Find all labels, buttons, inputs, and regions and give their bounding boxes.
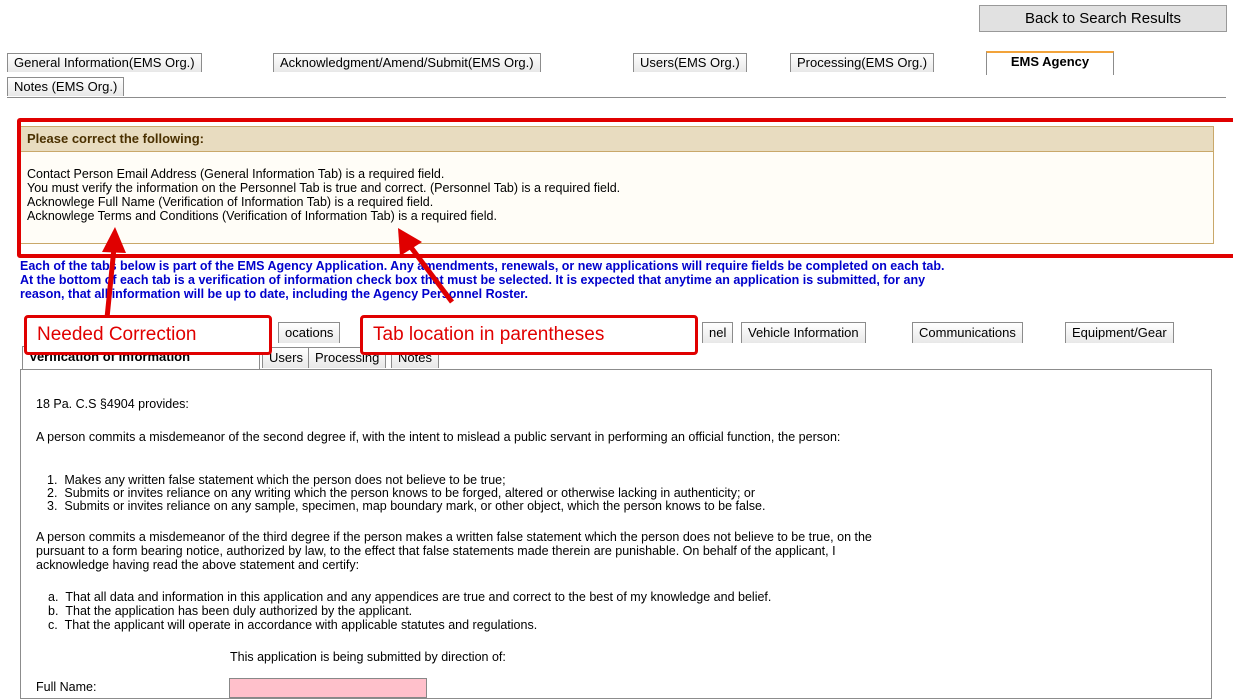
callout-needed-correction: Needed Correction xyxy=(24,315,272,355)
arrow-needed-correction xyxy=(102,227,126,319)
arrow-tab-location xyxy=(398,228,454,304)
callout-tab-location: Tab location in parentheses xyxy=(360,315,698,355)
